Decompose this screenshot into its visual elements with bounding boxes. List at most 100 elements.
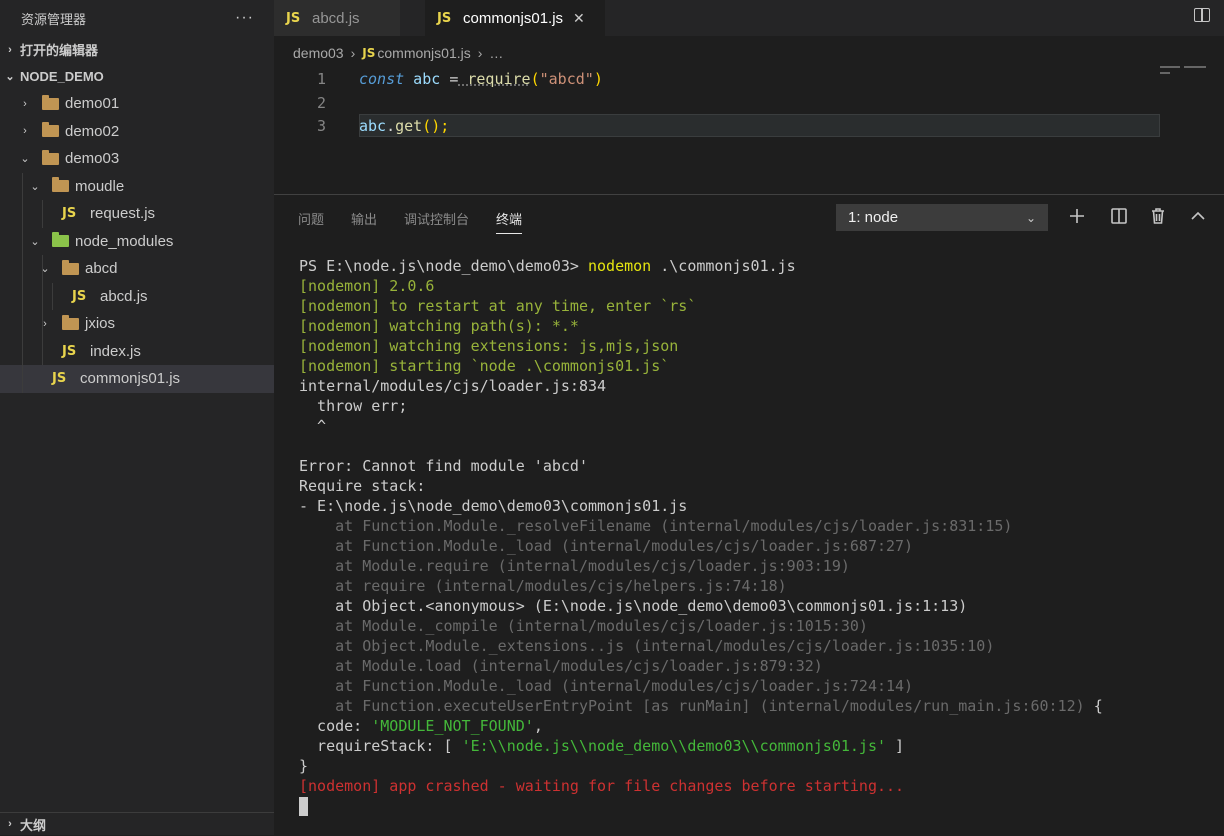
terminal-line: [nodemon] app crashed - waiting for file… <box>299 777 905 795</box>
terminal-cursor <box>299 797 308 816</box>
tree-item-label: demo02 <box>65 122 120 140</box>
outline-section[interactable]: › 大纲 <box>0 812 274 835</box>
tab-debug-console[interactable]: 调试控制台 <box>404 203 469 233</box>
project-section[interactable]: ⌄ NODE_DEMO <box>0 63 274 90</box>
chevron-down-icon: ⌄ <box>5 71 15 83</box>
tree-item-demo03[interactable]: ⌄ demo03 <box>0 145 274 173</box>
chevron-down-icon: ⌄ <box>40 263 50 276</box>
indent-guide <box>42 200 43 228</box>
indent-guide <box>42 282 43 310</box>
tree-item-commonjs01-js[interactable]: JS commonjs01.js <box>0 365 274 393</box>
close-icon[interactable]: ✕ <box>573 10 585 27</box>
tree-item-label: node_modules <box>75 232 174 250</box>
indent-guide <box>22 282 23 310</box>
tab-abcd-js[interactable]: JS abcd.js <box>274 0 400 36</box>
js-file-icon: JS <box>62 343 77 359</box>
breadcrumb-folder[interactable]: demo03 <box>293 45 344 61</box>
tree-item-abcd-js[interactable]: JS abcd.js <box>0 282 274 310</box>
terminal-line: at Module._compile (internal/modules/cjs… <box>299 617 868 635</box>
code-line: 1 const abc = require("abcd") <box>274 67 603 90</box>
indent-guide <box>42 255 43 283</box>
breadcrumb-file[interactable]: commonjs01.js <box>377 45 470 61</box>
code-line: 3 abc.get(); <box>274 114 449 137</box>
tab-terminal[interactable]: 终端 <box>496 203 523 234</box>
tree-item-request-js[interactable]: JS request.js <box>0 200 274 228</box>
tree-item-label: moudle <box>75 177 125 195</box>
code-text: abc.get(); <box>359 116 450 135</box>
chevron-right-icon: › <box>8 43 12 56</box>
terminal-select[interactable]: 1: node ⌄ <box>836 204 1048 231</box>
more-actions-icon[interactable]: ··· <box>235 9 254 27</box>
file-tree: › demo01 › demo02 ⌄ demo03 ⌄ moudle JS r… <box>0 90 274 393</box>
indent-guide <box>52 282 53 310</box>
chevron-down-icon: ⌄ <box>30 235 40 248</box>
outline-label: 大纲 <box>20 817 47 833</box>
tree-item-demo02[interactable]: › demo02 <box>0 118 274 146</box>
tab-commonjs01-js[interactable]: JS commonjs01.js ✕ <box>425 0 605 36</box>
explorer-header: 资源管理器 ··· <box>0 0 274 36</box>
chevron-right-icon: › <box>23 97 27 110</box>
terminal-line: } <box>299 757 309 775</box>
editor-tab-bar: JS abcd.js JS commonjs01.js ✕ <box>274 0 1224 36</box>
line-number: 1 <box>316 69 326 88</box>
current-line-highlight <box>359 114 1160 137</box>
tree-item-label: jxios <box>85 315 116 333</box>
indent-guide <box>22 337 23 365</box>
split-icon[interactable] <box>1109 206 1129 226</box>
tree-item-node-modules[interactable]: ⌄ node_modules <box>0 227 274 255</box>
split-editor-icon[interactable] <box>1194 8 1210 22</box>
chevron-down-icon: ⌄ <box>1025 210 1036 225</box>
terminal-line: at Function.executeUserEntryPoint [as ru… <box>299 697 1103 715</box>
terminal-line: at Module.load (internal/modules/cjs/loa… <box>299 657 823 675</box>
open-editors-section[interactable]: › 打开的编辑器 <box>0 36 274 63</box>
terminal-line: at Module.require (internal/modules/cjs/… <box>299 557 850 575</box>
tree-item-label: abcd <box>85 260 118 278</box>
breadcrumb: demo03 › JS commonjs01.js › … <box>274 42 503 64</box>
chevron-up-icon[interactable] <box>1188 206 1208 226</box>
terminal-line: ^ <box>299 417 327 435</box>
terminal-line: code: 'MODULE_NOT_FOUND', <box>299 717 543 735</box>
tree-item-jxios[interactable]: › jxios <box>0 310 274 338</box>
tree-item-label: abcd.js <box>100 287 148 305</box>
breadcrumb-symbol[interactable]: … <box>489 45 503 61</box>
tree-item-demo01[interactable]: › demo01 <box>0 90 274 118</box>
tree-item-index-js[interactable]: JS index.js <box>0 337 274 365</box>
chevron-right-icon: › <box>43 317 47 330</box>
terminal-select-value: 1: node <box>848 209 899 226</box>
trash-icon[interactable] <box>1148 206 1168 226</box>
indent-guide <box>22 200 23 228</box>
terminal-line: at Object.<anonymous> (E:\node.js\node_d… <box>299 597 968 615</box>
tab-problems[interactable]: 问题 <box>298 203 324 233</box>
folder-icon <box>42 122 59 138</box>
terminal-line: [nodemon] watching path(s): *.* <box>299 317 579 335</box>
explorer-title: 资源管理器 <box>21 11 87 27</box>
folder-open-icon <box>42 149 59 165</box>
tree-item-label: demo03 <box>65 150 120 168</box>
terminal-line <box>299 796 1103 816</box>
terminal-line: throw err; <box>299 397 408 415</box>
js-file-icon: JS <box>72 288 87 304</box>
folder-icon <box>42 94 59 110</box>
bottom-panel: 问题 输出 调试控制台 终端 1: node ⌄ PS E:\node.js\n… <box>274 194 1224 836</box>
chevron-right-icon: › <box>8 818 12 830</box>
terminal-output[interactable]: PS E:\node.js\node_demo\demo03> nodemon … <box>299 256 1103 816</box>
plus-icon[interactable] <box>1067 206 1087 226</box>
tab-label: commonjs01.js <box>463 9 564 27</box>
terminal-line: PS E:\node.js\node_demo\demo03> nodemon … <box>299 257 796 275</box>
explorer-sidebar: 资源管理器 ··· › 打开的编辑器 ⌄ NODE_DEMO › demo01 … <box>0 0 274 835</box>
code-editor[interactable]: 1 const abc = require("abcd") 2 3 abc.ge… <box>274 66 1224 194</box>
terminal-line: [nodemon] starting `node .\commonjs01.js… <box>299 357 670 375</box>
minimap[interactable] <box>1160 66 1220 78</box>
folder-open-icon <box>52 177 69 193</box>
terminal-line: Error: Cannot find module 'abcd' <box>299 457 588 475</box>
terminal-line: at Function.Module._resolveFilename (int… <box>299 517 1013 535</box>
tab-output[interactable]: 输出 <box>351 203 377 233</box>
tree-item-abcd[interactable]: ⌄ abcd <box>0 255 274 283</box>
panel-tab-bar: 问题 输出 调试控制台 终端 <box>298 203 549 234</box>
tree-item-label: index.js <box>90 342 141 360</box>
terminal-line: internal/modules/cjs/loader.js:834 <box>299 377 607 395</box>
indent-guide <box>42 337 43 365</box>
tree-item-moudle[interactable]: ⌄ moudle <box>0 172 274 200</box>
tab-label: abcd.js <box>312 9 360 27</box>
